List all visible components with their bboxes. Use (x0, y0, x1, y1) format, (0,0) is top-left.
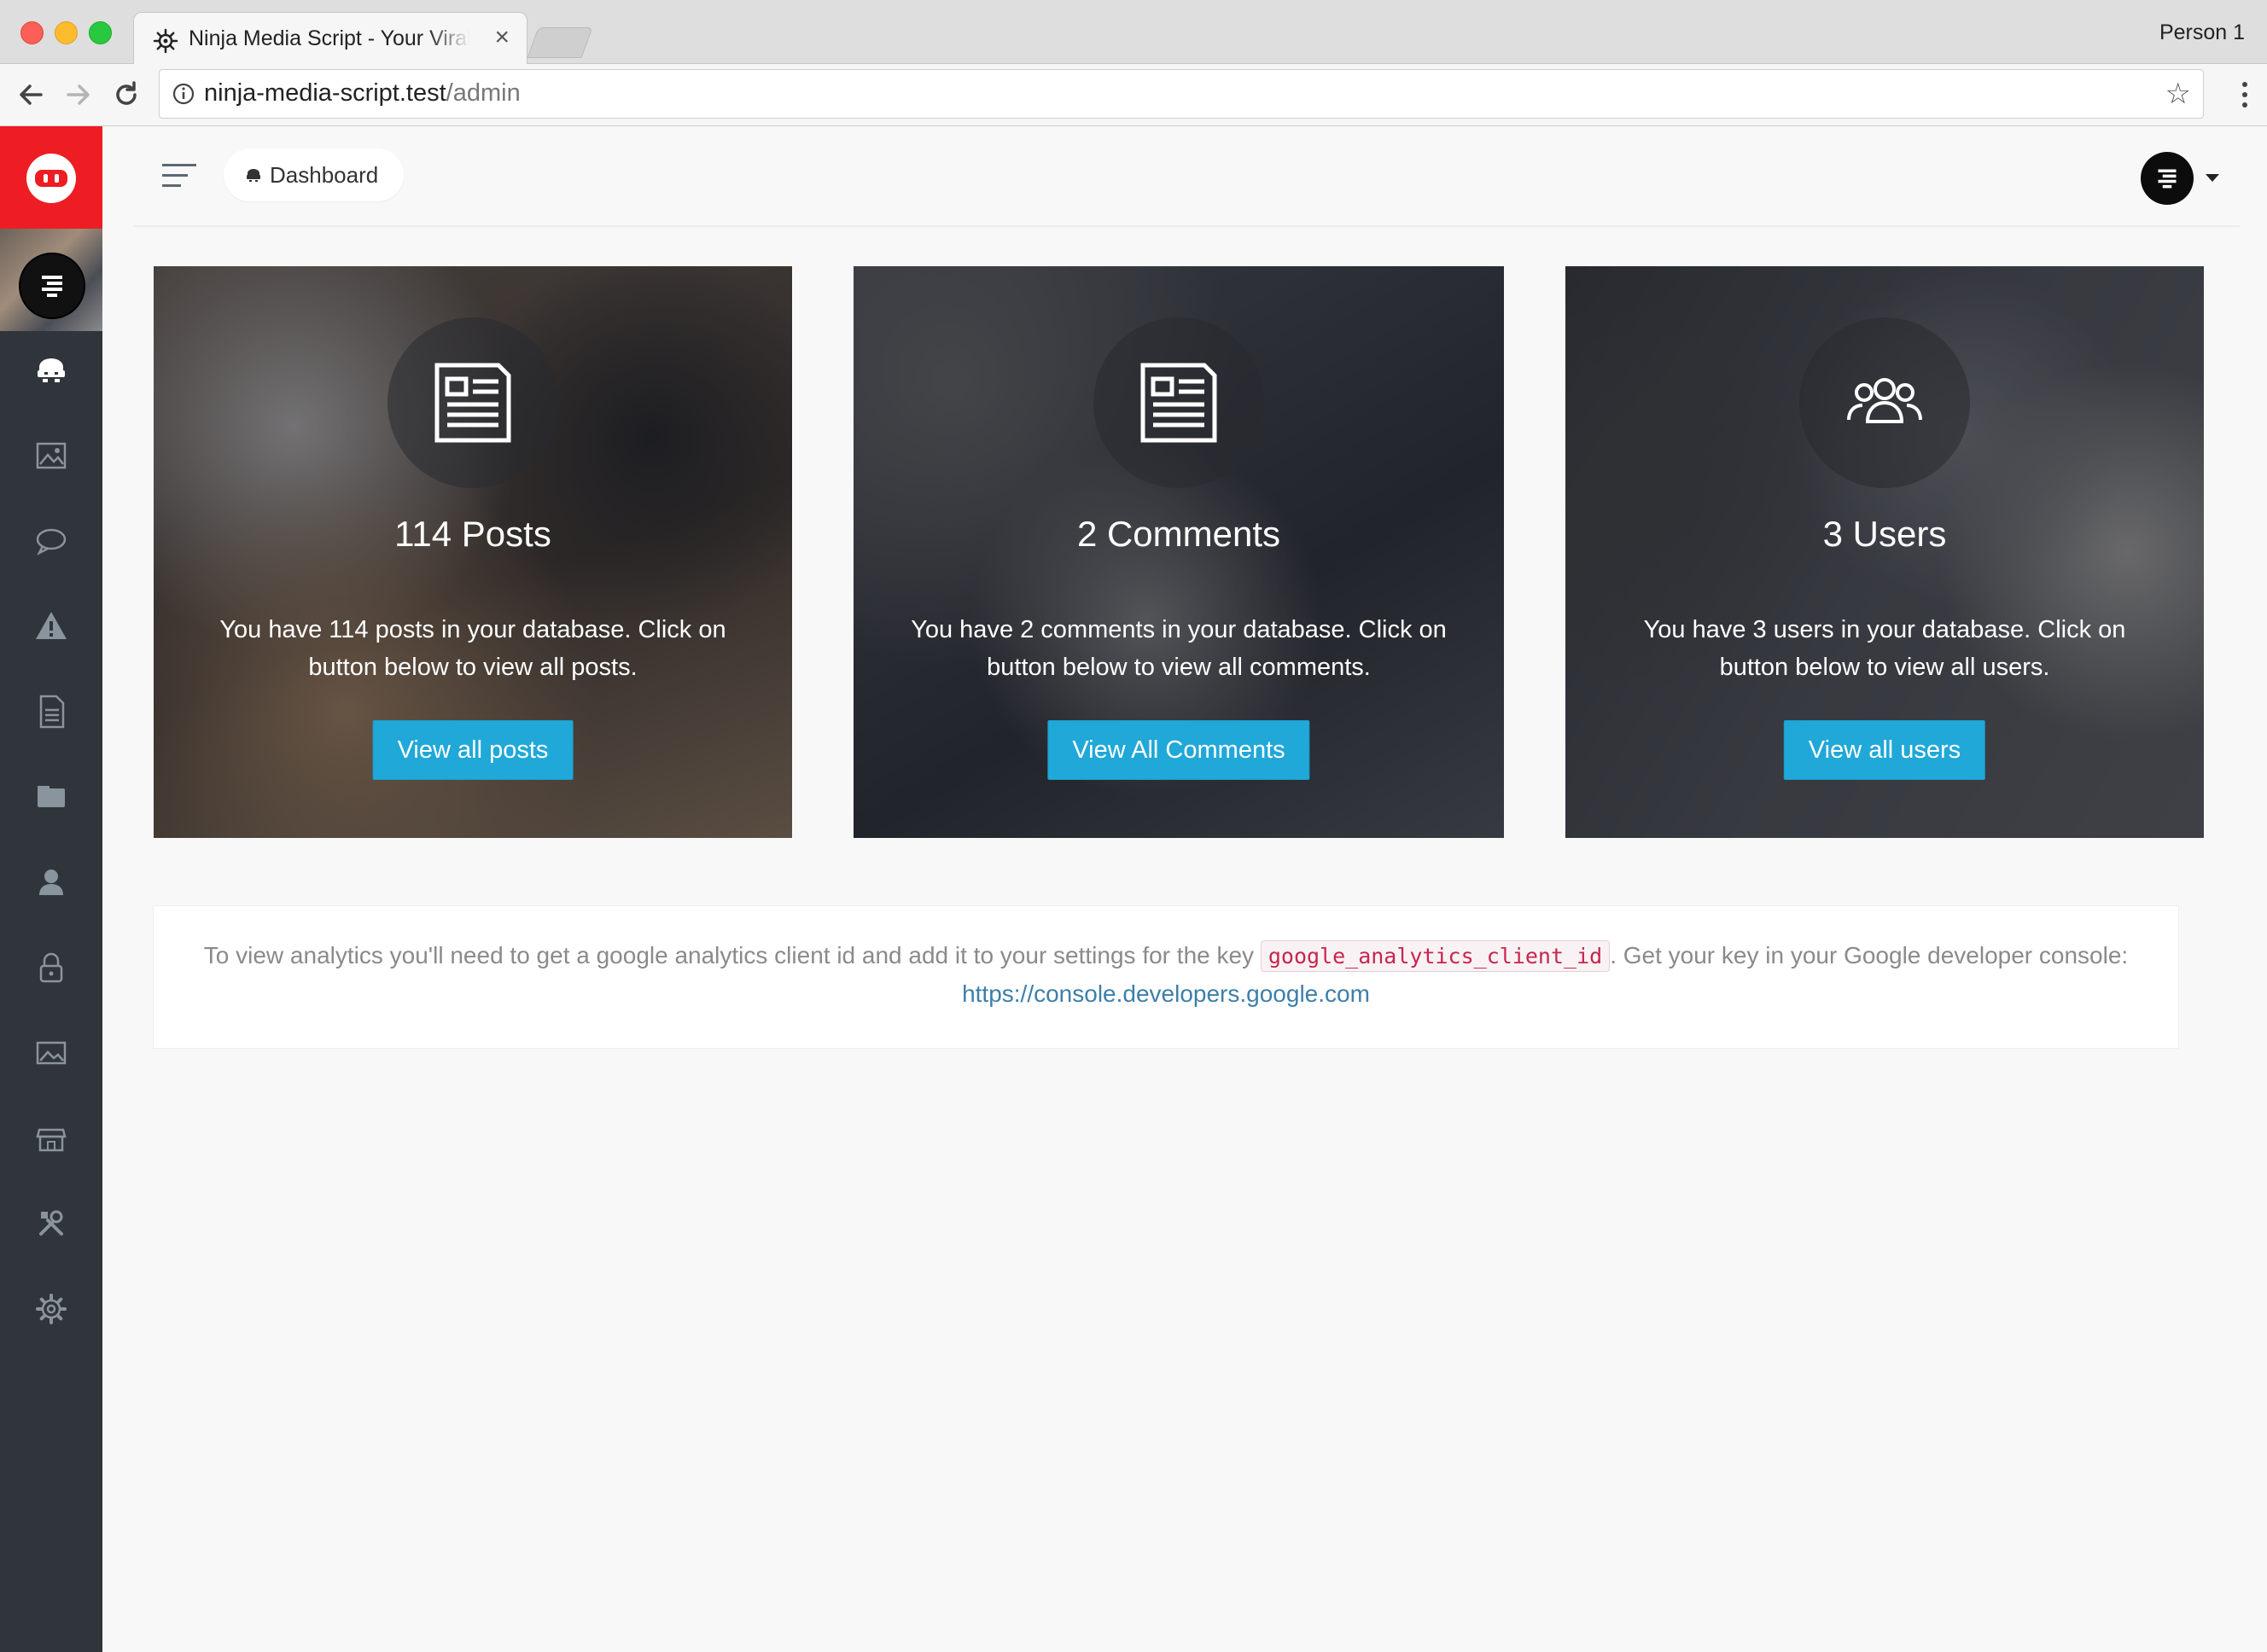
users-icon (39, 870, 63, 895)
sidebar-item-roles[interactable] (31, 947, 72, 988)
close-window-button[interactable] (20, 21, 44, 44)
maximize-window-button[interactable] (89, 21, 112, 44)
browser-titlebar: Ninja Media Script - Your Viral × Person… (0, 0, 2267, 65)
helm-favicon-icon (153, 28, 178, 54)
breadcrumb[interactable]: Dashboard (224, 148, 405, 201)
comments-card: 2 Comments You have 2 comments in your d… (854, 266, 1504, 838)
analytics-notice: To view analytics you'll need to get a g… (154, 906, 2178, 1048)
sidebar-item-plugins[interactable] (31, 1118, 72, 1159)
bookmark-star-icon[interactable]: ☆ (2165, 77, 2191, 111)
address-bar[interactable]: ninja-media-script.test/admin ☆ (159, 69, 2204, 119)
browser-toolbar: ninja-media-script.test/admin ☆ (0, 64, 2267, 126)
newspaper-icon (434, 363, 511, 443)
sidebar-item-tools[interactable] (31, 1203, 72, 1244)
sidebar-item-users[interactable] (31, 862, 72, 903)
card-icon-circle (388, 317, 558, 488)
dashboard-icon (38, 358, 65, 382)
url-host: ninja-media-script.test (204, 79, 446, 107)
view-all-users-button[interactable]: View all users (1783, 720, 1986, 780)
analytics-text-after: . Get your key in your Google developer … (1610, 942, 2129, 969)
browser-tab[interactable]: Ninja Media Script - Your Viral × (133, 12, 527, 65)
posts-count-title: 114 Posts (394, 514, 551, 554)
view-all-posts-button[interactable]: View all posts (372, 720, 574, 780)
sidebar-item-comments[interactable] (31, 521, 72, 561)
users-description: You have 3 users in your database. Click… (1643, 616, 2126, 681)
users-count-title: 3 Users (1822, 514, 1947, 554)
pages-document-icon (39, 695, 65, 729)
avatar-logo-icon (2158, 169, 2177, 189)
posts-description: You have 114 posts in your database. Cli… (219, 616, 726, 681)
roles-lock-icon (39, 952, 63, 983)
analytics-notice-text: To view analytics you'll need to get a g… (188, 937, 2144, 1013)
reports-warning-icon (36, 612, 67, 639)
sidebar-item-reports[interactable] (31, 606, 72, 647)
sidebar (0, 126, 102, 1652)
browser-profile-name[interactable]: Person 1 (2159, 20, 2245, 45)
google-console-link[interactable]: https://console.developers.google.com (962, 980, 1370, 1007)
user-menu-caret-icon[interactable] (2206, 174, 2219, 182)
card-icon-circle (1093, 317, 1264, 488)
back-arrow-icon[interactable] (12, 76, 50, 113)
sidebar-item-posts[interactable] (31, 435, 72, 476)
newspaper-icon (1140, 363, 1217, 443)
posts-image-icon (36, 442, 67, 469)
minimize-window-button[interactable] (55, 21, 78, 44)
settings-gear-icon (36, 1294, 67, 1324)
brand-logo[interactable] (0, 126, 102, 229)
admin-header: Dashboard (133, 126, 2240, 227)
tools-icon (39, 1210, 63, 1236)
tab-title: Ninja Media Script - Your Viral (189, 26, 470, 50)
analytics-text-before: To view analytics you'll need to get a g… (203, 942, 1255, 969)
categories-folder-icon (38, 786, 65, 807)
tab-close-icon[interactable]: × (494, 23, 510, 52)
comments-description: You have 2 comments in your database. Cl… (911, 616, 1447, 681)
media-icon (36, 1041, 67, 1065)
menu-toggle-icon[interactable] (159, 160, 200, 191)
plugins-store-icon (36, 1128, 67, 1152)
ninja-logo-icon (26, 154, 76, 203)
dashboard-icon (247, 169, 260, 182)
comments-icon (36, 528, 67, 556)
comments-count-title: 2 Comments (1076, 514, 1281, 554)
users-group-icon (1847, 378, 1922, 423)
user-avatar[interactable] (2141, 152, 2194, 205)
sidebar-profile-banner (0, 229, 102, 331)
url-text: ninja-media-script.test/admin (204, 79, 521, 108)
sidebar-item-settings[interactable] (31, 1288, 72, 1329)
reload-icon[interactable] (108, 76, 145, 113)
site-info-icon[interactable] (172, 82, 195, 106)
sidebar-item-pages[interactable] (31, 691, 72, 732)
avatar-logo-icon (42, 276, 62, 297)
sidebar-item-media[interactable] (31, 1032, 72, 1073)
card-icon-circle (1799, 317, 1970, 488)
breadcrumb-label: Dashboard (270, 161, 379, 188)
sidebar-item-dashboard[interactable] (31, 350, 72, 391)
analytics-key-code: google_analytics_client_id (1260, 940, 1611, 972)
users-card: 3 Users You have 3 users in your databas… (1565, 266, 2204, 838)
url-path: /admin (446, 79, 521, 107)
new-tab-button[interactable] (527, 27, 593, 58)
forward-arrow-icon[interactable] (60, 76, 97, 113)
posts-card: 114 Posts You have 114 posts in your dat… (154, 266, 792, 838)
sidebar-avatar[interactable] (19, 253, 85, 319)
view-all-comments-button[interactable]: View All Comments (1047, 720, 1310, 780)
browser-menu-icon[interactable] (2235, 76, 2255, 113)
sidebar-item-categories[interactable] (31, 777, 72, 817)
